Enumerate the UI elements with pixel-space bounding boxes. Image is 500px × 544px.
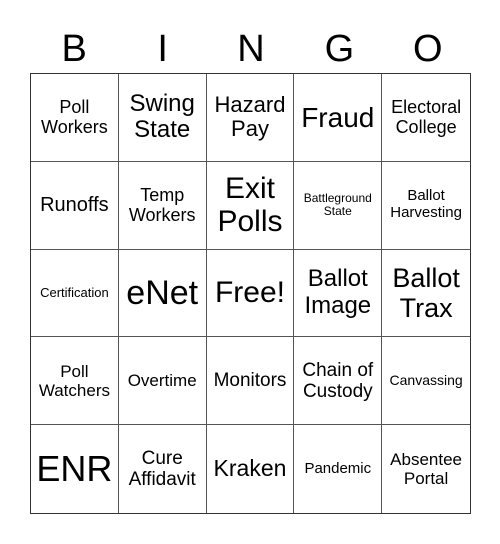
bingo-cell[interactable]: Cure Affidavit [119,425,207,513]
bingo-header: B I N G O [30,26,472,72]
header-letter-g: G [324,28,355,70]
bingo-cell[interactable]: Swing State [118,74,207,162]
bingo-cell[interactable]: ENR [31,425,119,513]
bingo-cell[interactable]: Runoffs [31,161,119,250]
bingo-cell[interactable]: Pandemic [294,425,383,513]
bingo-cell[interactable]: Poll Watchers [31,337,119,426]
bingo-cell[interactable]: Ballot Harvesting [382,162,470,250]
header-letter-n: N [237,28,265,70]
bingo-cell[interactable]: Exit Polls [206,161,295,250]
bingo-cell[interactable]: Canvassing [382,337,470,426]
free-space-cell[interactable]: Free! [206,249,295,338]
bingo-cell[interactable]: Ballot Trax [382,250,470,338]
bingo-grid: Poll Workers Swing State Hazard Pay Fraud El… [30,73,471,514]
header-letter-i: I [157,28,168,70]
bingo-cell[interactable]: Ballot Image [294,249,383,338]
bingo-cell[interactable]: Electoral College [382,74,470,162]
bingo-cell[interactable]: eNet [118,249,207,338]
bingo-cell[interactable]: Chain of Custody [294,337,383,426]
bingo-cell[interactable]: Temp Workers [118,161,207,250]
bingo-cell[interactable]: Battleground State [294,161,383,250]
bingo-cell[interactable]: Overtime [118,337,207,426]
header-letter-b: B [61,28,87,70]
bingo-cell[interactable]: Kraken [207,425,295,513]
header-letter-o: O [413,28,443,70]
bingo-cell[interactable]: Poll Workers [31,74,119,162]
bingo-cell[interactable]: Monitors [206,337,295,426]
bingo-cell[interactable]: Absentee Portal [382,425,470,513]
bingo-cell[interactable]: Certification [31,249,119,338]
bingo-cell[interactable]: Fraud [294,74,383,162]
bingo-cell[interactable]: Hazard Pay [206,74,295,162]
